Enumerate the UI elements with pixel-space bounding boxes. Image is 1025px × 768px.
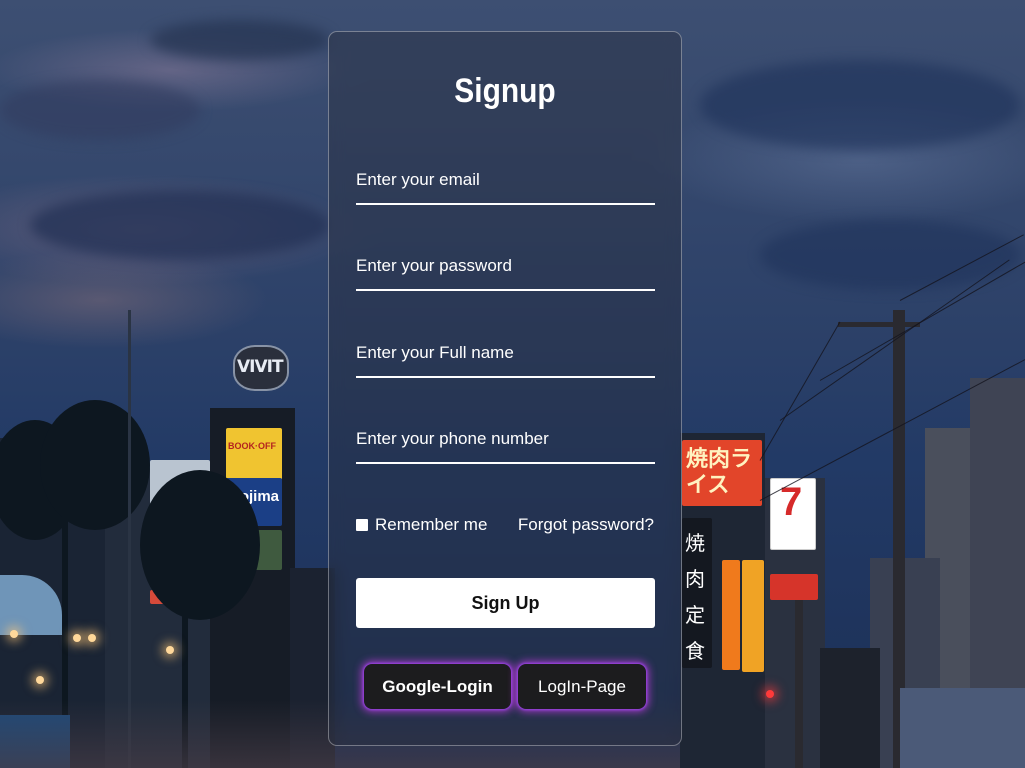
- page-title: Signup: [454, 72, 556, 110]
- cloud: [700, 60, 1020, 150]
- vivit-sign-text: VIVIT: [237, 357, 284, 377]
- email-field[interactable]: [356, 165, 655, 205]
- street-lamp: [88, 634, 96, 642]
- fullname-field[interactable]: [356, 338, 655, 378]
- cloud: [150, 20, 330, 60]
- cloud: [0, 80, 200, 140]
- remember-me[interactable]: Remember me: [356, 515, 487, 535]
- remember-me-label: Remember me: [375, 515, 488, 534]
- yakiniku-rice-sign-text: 焼肉ライス: [686, 446, 753, 497]
- remember-me-checkbox[interactable]: [356, 519, 368, 531]
- cloud: [30, 190, 330, 260]
- teishoku-sign-text: 焼肉定食: [685, 533, 705, 663]
- email-field-wrapper: [356, 165, 655, 205]
- book-off-sign-text: BOOK·OFF: [228, 441, 276, 451]
- password-field[interactable]: [356, 251, 655, 291]
- orange-vertical-sign: [742, 560, 764, 672]
- palm-tree: [140, 470, 260, 620]
- forgot-password-link[interactable]: Forgot password?: [518, 515, 654, 535]
- traffic-light: [766, 690, 774, 698]
- street-lamp: [73, 634, 81, 642]
- street-lamp: [166, 646, 174, 654]
- google-login-button[interactable]: Google-Login: [364, 664, 511, 709]
- power-wire: [759, 321, 841, 461]
- building: [820, 648, 880, 768]
- street-lamp: [36, 676, 44, 684]
- orange-vertical-sign: [722, 560, 740, 670]
- signup-card: Signup Remember me Forgot password? Sign…: [328, 31, 682, 746]
- sign-up-button[interactable]: Sign Up: [356, 578, 655, 628]
- building: [900, 688, 1025, 768]
- phone-field[interactable]: [356, 424, 655, 464]
- palm-tree: [40, 400, 150, 530]
- login-page-button[interactable]: LogIn-Page: [518, 664, 646, 709]
- password-field-wrapper: [356, 251, 655, 291]
- street-lamp: [10, 630, 18, 638]
- book-off-sign: [226, 428, 282, 480]
- utility-pole: [795, 600, 803, 768]
- fullname-field-wrapper: [356, 338, 655, 378]
- utility-pole-crossbar: [838, 322, 920, 327]
- atm-sign: [770, 574, 818, 600]
- phone-field-wrapper: [356, 424, 655, 464]
